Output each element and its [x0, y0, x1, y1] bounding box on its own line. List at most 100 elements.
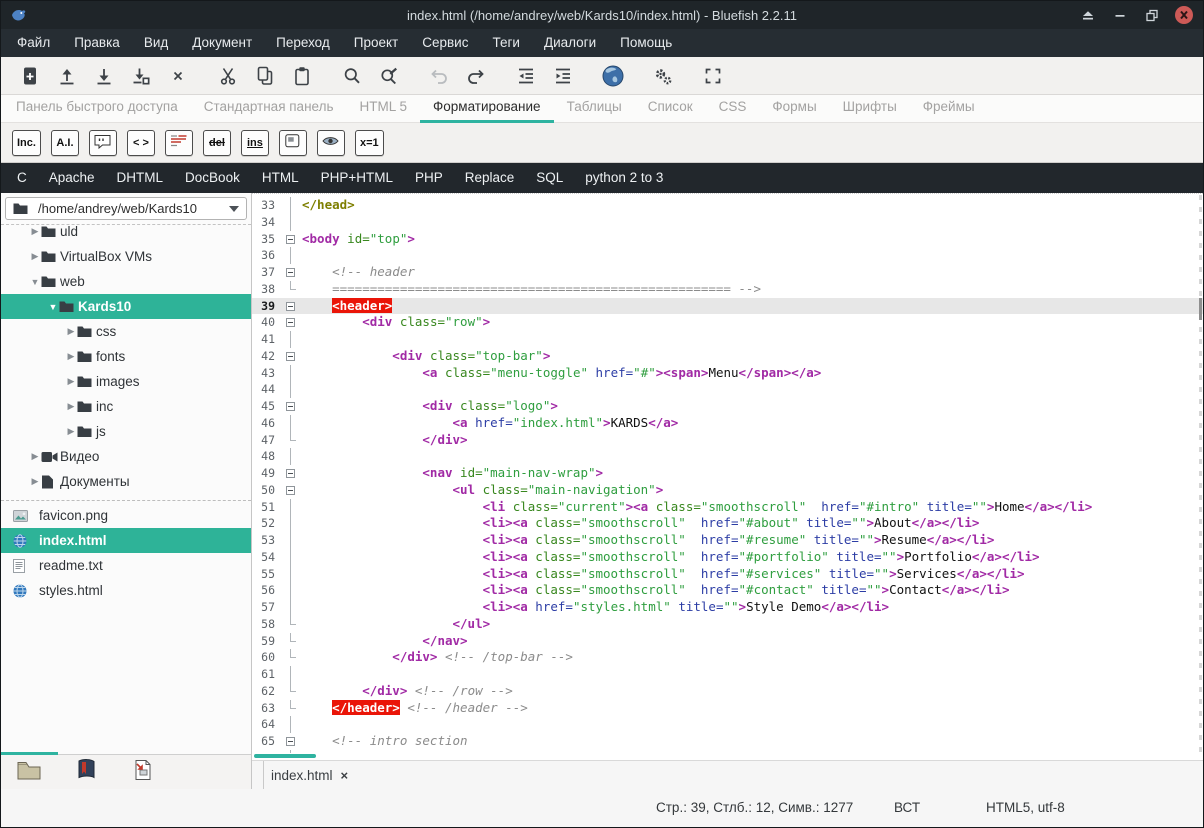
code-line[interactable]: 46<a href="index.html">KARDS</a> — [252, 415, 1203, 432]
expander-icon[interactable]: ▶ — [29, 476, 41, 487]
menu-документ[interactable]: Документ — [180, 29, 264, 57]
fold-marker[interactable] — [280, 298, 302, 315]
quote-button[interactable] — [89, 130, 117, 156]
save-button[interactable] — [85, 61, 122, 91]
code-line[interactable]: 58</ul> — [252, 616, 1203, 633]
code-line[interactable]: 55<li><a class="smoothscroll" href="#ser… — [252, 566, 1203, 583]
del-button[interactable]: del — [203, 130, 231, 156]
filter-apache[interactable]: Apache — [38, 163, 106, 193]
tree-item-видео[interactable]: ▶Видео — [1, 444, 251, 469]
filter-html[interactable]: HTML — [251, 163, 310, 193]
filter-docbook[interactable]: DocBook — [174, 163, 251, 193]
code-line[interactable]: 52<li><a class="smoothscroll" href="#abo… — [252, 515, 1203, 532]
cut-button[interactable] — [209, 61, 246, 91]
fullscreen-button[interactable] — [694, 61, 731, 91]
code-line[interactable]: 53<li><a class="smoothscroll" href="#res… — [252, 532, 1203, 549]
code-line[interactable]: 35<body id="top"> — [252, 231, 1203, 248]
expander-icon[interactable]: ▶ — [65, 401, 77, 412]
code-line[interactable]: 49<nav id="main-nav-wrap"> — [252, 465, 1203, 482]
menu-сервис[interactable]: Сервис — [410, 29, 480, 57]
panel-tab-snippets[interactable] — [129, 759, 157, 785]
find-replace-button[interactable] — [370, 61, 407, 91]
code-line[interactable]: 37<!-- header — [252, 264, 1203, 281]
expander-icon[interactable]: ▶ — [29, 451, 41, 462]
code-line[interactable]: 50<ul class="main-navigation"> — [252, 482, 1203, 499]
browser-preview-button[interactable] — [594, 61, 631, 91]
tree-item-virtualbox-vms[interactable]: ▶VirtualBox VMs — [1, 244, 251, 269]
find-button[interactable] — [333, 61, 370, 91]
code-line[interactable]: 40<div class="row"> — [252, 314, 1203, 331]
shade-button[interactable] — [1079, 6, 1097, 24]
fold-marker[interactable] — [280, 348, 302, 365]
redo-button[interactable] — [457, 61, 494, 91]
vertical-scrollbar[interactable] — [1199, 195, 1202, 787]
code-line[interactable]: 59</nav> — [252, 633, 1203, 650]
file-item-styles-html[interactable]: styles.html — [1, 578, 251, 603]
tab-css[interactable]: CSS — [706, 94, 760, 122]
paste-button[interactable] — [283, 61, 320, 91]
tree-item-css[interactable]: ▶css — [1, 319, 251, 344]
code-line[interactable]: 63</header> <!-- /header --> — [252, 700, 1203, 717]
expander-icon[interactable]: ▶ — [65, 326, 77, 337]
current-code-line[interactable]: 39<header> — [252, 298, 1203, 315]
filter-sql[interactable]: SQL — [525, 163, 574, 193]
save-as-button[interactable] — [122, 61, 159, 91]
tree-item-документы[interactable]: ▶Документы — [1, 469, 251, 494]
preferences-button[interactable] — [644, 61, 681, 91]
file-item-index-html[interactable]: index.html — [1, 528, 251, 553]
close-button[interactable] — [1175, 6, 1193, 24]
new-document-button[interactable] — [11, 61, 48, 91]
code-line[interactable]: 51<li class="current"><a class="smoothsc… — [252, 499, 1203, 516]
directory-selector[interactable]: /home/andrey/web/Kards10 — [5, 197, 247, 220]
filter-c[interactable]: C — [6, 163, 38, 193]
kbd-button[interactable] — [279, 130, 307, 156]
fold-marker[interactable] — [280, 398, 302, 415]
expander-icon[interactable]: ▶ — [65, 426, 77, 437]
code-tags-button[interactable]: < > — [127, 130, 155, 156]
document-tab[interactable]: index.html × — [271, 768, 348, 783]
tree-item-images[interactable]: ▶images — [1, 369, 251, 394]
tab-панель-быстрого-доступа[interactable]: Панель быстрого доступа — [3, 94, 191, 122]
menu-помощь[interactable]: Помощь — [608, 29, 684, 57]
code-line[interactable]: 65<!-- intro section — [252, 733, 1203, 750]
tab-форматирование[interactable]: Форматирование — [420, 94, 554, 122]
tab-стандартная-панель[interactable]: Стандартная панель — [191, 94, 347, 122]
fold-marker[interactable] — [280, 264, 302, 281]
code-line[interactable]: 48 — [252, 448, 1203, 465]
code-line[interactable]: 57<li><a href="styles.html" title="">Sty… — [252, 599, 1203, 616]
code-line[interactable]: 64 — [252, 716, 1203, 733]
filter-php-html[interactable]: PHP+HTML — [310, 163, 404, 193]
menu-переход[interactable]: Переход — [264, 29, 342, 57]
tree-item-uld[interactable]: ▶uld — [1, 224, 251, 244]
code-line[interactable]: 54<li><a class="smoothscroll" href="#por… — [252, 549, 1203, 566]
code-line[interactable]: 61 — [252, 666, 1203, 683]
menu-диалоги[interactable]: Диалоги — [532, 29, 608, 57]
sidebar-splitter[interactable] — [1, 494, 251, 501]
expander-icon[interactable]: ▼ — [47, 302, 59, 312]
code-line[interactable]: 60</div> <!-- /top-bar --> — [252, 649, 1203, 666]
menu-правка[interactable]: Правка — [62, 29, 132, 57]
filter-php[interactable]: PHP — [404, 163, 454, 193]
unindent-button[interactable] — [507, 61, 544, 91]
code-line[interactable]: 56<li><a class="smoothscroll" href="#con… — [252, 582, 1203, 599]
expander-icon[interactable]: ▶ — [65, 376, 77, 387]
code-line[interactable]: 38======================================… — [252, 281, 1203, 298]
fold-marker[interactable] — [280, 733, 302, 750]
expander-icon[interactable]: ▶ — [29, 251, 41, 262]
close-tab-icon[interactable]: × — [341, 768, 349, 783]
code-editor[interactable]: 33</head>3435<body id="top">3637<!-- hea… — [252, 193, 1203, 753]
view-button[interactable] — [317, 130, 345, 156]
inc-button[interactable]: Inc. — [12, 130, 41, 156]
code-line[interactable]: 62</div> <!-- /row --> — [252, 683, 1203, 700]
var-button[interactable]: x=1 — [355, 130, 384, 156]
expander-icon[interactable]: ▼ — [29, 277, 41, 287]
restore-button[interactable] — [1143, 6, 1161, 24]
menu-файл[interactable]: Файл — [5, 29, 62, 57]
indent-button[interactable] — [544, 61, 581, 91]
code-line[interactable]: 47</div> — [252, 432, 1203, 449]
fold-marker[interactable] — [280, 465, 302, 482]
fold-marker[interactable] — [280, 482, 302, 499]
undo-button[interactable] — [420, 61, 457, 91]
vertical-scrollbar-thumb[interactable] — [1199, 298, 1202, 320]
tab-формы[interactable]: Формы — [759, 94, 829, 122]
